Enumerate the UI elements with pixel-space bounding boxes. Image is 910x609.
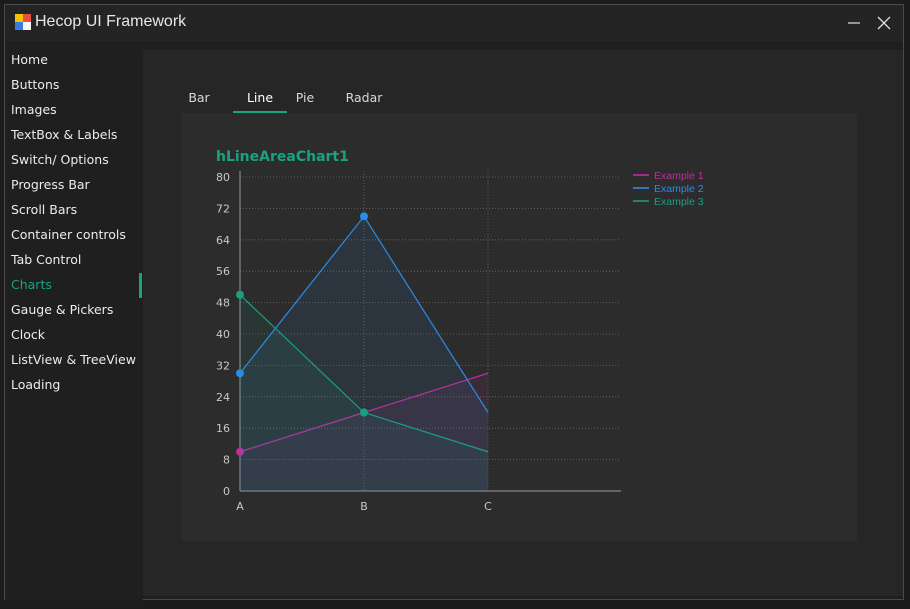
sidebar-item-container-controls[interactable]: Container controls bbox=[11, 224, 126, 246]
y-tick-label: 8 bbox=[223, 454, 230, 467]
window-title: Hecop UI Framework bbox=[35, 13, 187, 30]
data-point bbox=[236, 290, 244, 299]
active-item-indicator bbox=[139, 273, 142, 298]
title-bar[interactable]: Hecop UI Framework bbox=[5, 5, 903, 41]
app-window: Hecop UI Framework Home Buttons Images T… bbox=[4, 4, 904, 601]
sidebar-item-loading[interactable]: Loading bbox=[11, 374, 60, 396]
legend-label: Example 3 bbox=[654, 196, 704, 208]
close-icon bbox=[877, 16, 891, 30]
data-point bbox=[360, 212, 368, 221]
y-tick-label: 64 bbox=[216, 234, 230, 247]
y-tick-label: 40 bbox=[216, 328, 230, 341]
x-tick-label: A bbox=[236, 500, 244, 513]
sidebar-item-images[interactable]: Images bbox=[11, 99, 57, 121]
sidebar-item-progress-bar[interactable]: Progress Bar bbox=[11, 174, 90, 196]
y-tick-label: 80 bbox=[216, 171, 230, 184]
legend-label: Example 1 bbox=[654, 170, 704, 182]
line-area-chart: 08162432404856647280A B CExample 1Example … bbox=[216, 170, 704, 513]
y-tick-label: 32 bbox=[216, 359, 230, 372]
close-button[interactable] bbox=[869, 5, 899, 41]
y-tick-label: 72 bbox=[216, 202, 230, 215]
chart-panel: hLineAreaChart1 0 8 16 24 32 40 48 56 64 72 80 A B C E… bbox=[181, 113, 857, 541]
sidebar-item-switch-options[interactable]: Switch/ Options bbox=[11, 149, 109, 171]
sidebar-item-listview-treeview[interactable]: ListView & TreeView bbox=[11, 349, 136, 371]
app-logo-icon bbox=[15, 14, 31, 30]
tab-pie[interactable]: Pie bbox=[287, 88, 323, 108]
sidebar-item-gauge-pickers[interactable]: Gauge & Pickers bbox=[11, 299, 113, 321]
sidebar-item-home[interactable]: Home bbox=[11, 49, 48, 71]
tab-line[interactable]: Line bbox=[233, 88, 287, 108]
sidebar-item-charts[interactable]: Charts bbox=[11, 274, 52, 296]
tab-radar[interactable]: Radar bbox=[341, 88, 387, 108]
sidebar-item-textbox-labels[interactable]: TextBox & Labels bbox=[11, 124, 117, 146]
x-tick-label: B bbox=[360, 500, 368, 513]
data-point bbox=[360, 408, 368, 417]
tab-bar[interactable]: Bar bbox=[179, 88, 219, 108]
minimize-button[interactable] bbox=[839, 5, 869, 41]
y-tick-label: 24 bbox=[216, 391, 230, 404]
y-tick-label: 48 bbox=[216, 297, 230, 310]
legend-label: Example 2 bbox=[654, 183, 704, 195]
sidebar-nav: Home Buttons Images TextBox & Labels Swi… bbox=[5, 41, 143, 601]
sidebar-item-clock[interactable]: Clock bbox=[11, 324, 45, 346]
minimize-icon bbox=[848, 22, 860, 24]
y-tick-label: 56 bbox=[216, 265, 230, 278]
y-tick-label: 0 bbox=[223, 485, 230, 498]
content-area: Bar Line Pie Radar hLineAreaChart1 0 8 16 2… bbox=[143, 50, 903, 596]
sidebar-item-buttons[interactable]: Buttons bbox=[11, 74, 59, 96]
sidebar-item-scroll-bars[interactable]: Scroll Bars bbox=[11, 199, 77, 221]
sidebar-item-tab-control[interactable]: Tab Control bbox=[11, 249, 81, 271]
y-tick-label: 16 bbox=[216, 422, 230, 435]
x-tick-label: C bbox=[484, 500, 492, 513]
